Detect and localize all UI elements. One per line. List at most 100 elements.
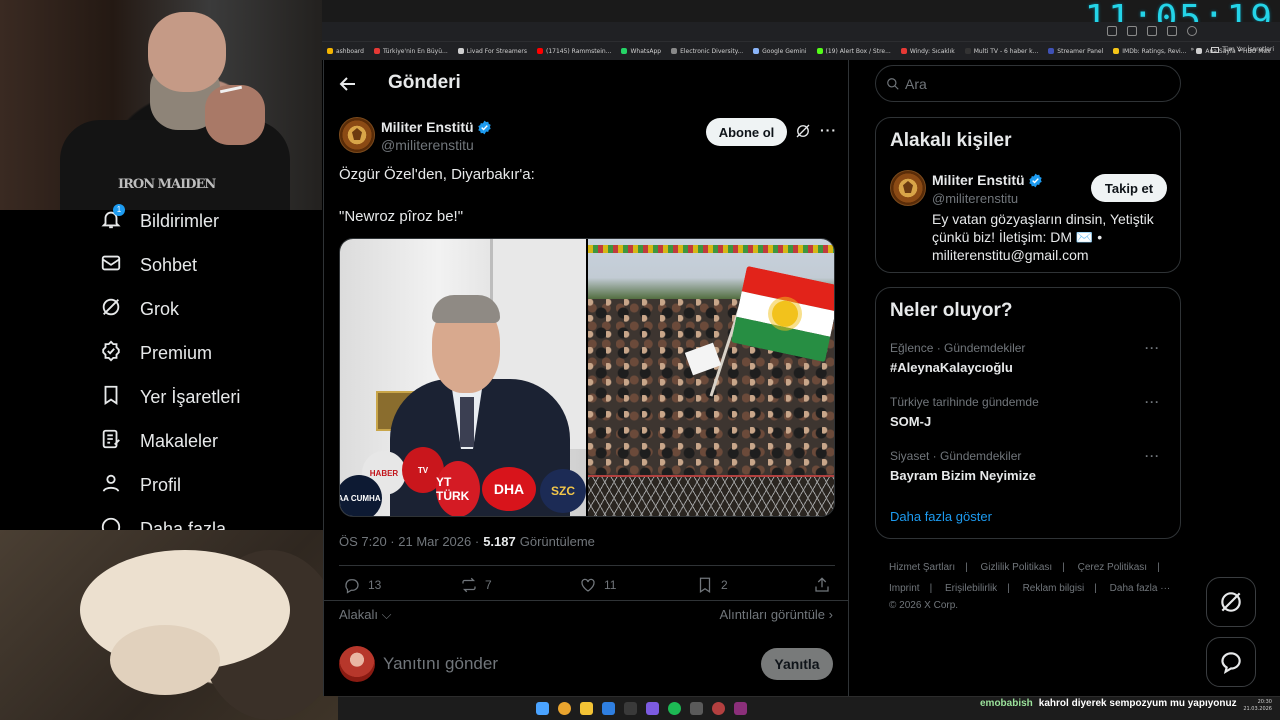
related-person-avatar[interactable] bbox=[890, 170, 926, 206]
stream-chat-message: emobabish kahrol diyerek sempozyum mu ya… bbox=[980, 698, 1237, 709]
crowd-photo[interactable] bbox=[588, 239, 834, 516]
grok-explain-icon[interactable] bbox=[794, 122, 812, 145]
footer-link[interactable]: Reklam bilgisi bbox=[1023, 583, 1085, 594]
bookmark-item[interactable]: Türkiye'nin En Büyü... bbox=[369, 48, 453, 55]
press-conference-photo[interactable]: HABER TV AA CUMHA YT TÜRK DHA SZC bbox=[340, 239, 586, 516]
nav-item-premium[interactable]: Premium bbox=[100, 339, 212, 367]
trend-more-icon[interactable]: ··· bbox=[1145, 395, 1160, 409]
trend-item[interactable]: Eğlence · Gündemdekiler #AleynaKalaycıoğ… bbox=[890, 341, 1168, 375]
photo-tie bbox=[460, 397, 474, 447]
footer-separator: | bbox=[1062, 562, 1065, 573]
trends-card: Neler oluyor? Eğlence · Gündemdekiler #A… bbox=[875, 287, 1181, 539]
app-icon[interactable] bbox=[734, 702, 747, 715]
author-handle[interactable]: @militerenstitu bbox=[381, 137, 474, 153]
footer-link[interactable]: Imprint bbox=[889, 583, 920, 594]
nav-item-label: Grok bbox=[140, 298, 180, 319]
repost-action[interactable]: 7 bbox=[460, 576, 492, 594]
author-avatar[interactable] bbox=[339, 117, 375, 153]
app-icon[interactable] bbox=[690, 702, 703, 715]
trend-more-icon[interactable]: ··· bbox=[1145, 449, 1160, 463]
current-user-avatar[interactable] bbox=[339, 646, 375, 682]
bookmarks-all-folder[interactable]: » Tüm Yer İşaretleri bbox=[1191, 46, 1274, 53]
relevance-sort-dropdown[interactable]: Alakalı ⌵ bbox=[339, 607, 392, 623]
bookmark-item[interactable]: Google Gemini bbox=[748, 48, 811, 55]
extension-icon[interactable] bbox=[1147, 26, 1157, 36]
bookmarks-bar: ashboard Türkiye'nin En Büyü... Livad For … bbox=[322, 42, 1280, 60]
grok-fab[interactable] bbox=[1206, 577, 1256, 627]
system-tray-clock[interactable]: 20:30 21.03.2026 bbox=[1243, 699, 1272, 713]
share-action[interactable] bbox=[813, 576, 831, 594]
trend-item[interactable]: Türkiye tarihinde gündemde SOM-J ··· bbox=[890, 395, 1168, 429]
trend-name: #AleynaKalaycıoğlu bbox=[890, 360, 1013, 375]
trend-item[interactable]: Siyaset · Gündemdekiler Bayram Bizim Ney… bbox=[890, 449, 1168, 483]
post-media[interactable]: HABER TV AA CUMHA YT TÜRK DHA SZC bbox=[339, 238, 835, 517]
post-header: Gönderi bbox=[324, 60, 848, 108]
back-arrow-icon[interactable] bbox=[338, 74, 358, 94]
folder-icon bbox=[1211, 46, 1220, 53]
subscribe-button[interactable]: Abone ol bbox=[706, 118, 787, 146]
bookmark-item[interactable]: Windy: Sıcaklık bbox=[896, 48, 960, 55]
bookmark-item[interactable]: Livad For Streamers bbox=[453, 48, 532, 55]
extension-icon[interactable] bbox=[1127, 26, 1137, 36]
footer-link[interactable]: Daha fazla ··· bbox=[1110, 583, 1171, 594]
bookmark-label: (17145) Rammstein... bbox=[546, 47, 612, 55]
explorer-icon[interactable] bbox=[580, 702, 593, 715]
app-icon[interactable] bbox=[624, 702, 637, 715]
start-icon[interactable] bbox=[536, 702, 549, 715]
trend-more-icon[interactable]: ··· bbox=[1145, 341, 1160, 355]
left-navigation: 1 Bildirimler Sohbet Grok Premium Yer İş… bbox=[0, 203, 322, 539]
app-icon[interactable] bbox=[712, 702, 725, 715]
bookmark-item[interactable]: Streamer Panel bbox=[1043, 48, 1108, 55]
show-more-link[interactable]: Daha fazla göster bbox=[890, 509, 992, 524]
footer-link[interactable]: Erişilebilirlik bbox=[945, 583, 997, 594]
nav-item-articles[interactable]: Makaleler bbox=[100, 427, 218, 455]
trend-name: Bayram Bizim Neyimize bbox=[890, 468, 1036, 483]
bookmark-favicon-icon bbox=[1113, 48, 1120, 54]
view-quotes-link[interactable]: Alıntıları görüntüle › bbox=[720, 607, 833, 622]
nav-item-bookmarks[interactable]: Yer İşaretleri bbox=[100, 383, 240, 411]
more-options-icon[interactable]: ··· bbox=[820, 122, 837, 138]
author-name[interactable]: Militer Enstitü bbox=[381, 119, 492, 135]
search-input[interactable]: Ara bbox=[875, 65, 1181, 102]
related-person-handle[interactable]: @militerenstitu bbox=[932, 191, 1018, 206]
app-icon[interactable] bbox=[646, 702, 659, 715]
bookmark-item[interactable]: Multi TV - 6 haber k... bbox=[960, 48, 1044, 55]
messages-fab[interactable] bbox=[1206, 637, 1256, 687]
bookmark-item[interactable]: Electronic Diversity... bbox=[666, 48, 748, 55]
reply-action[interactable]: 13 bbox=[343, 576, 381, 594]
nav-item-notifications[interactable]: 1 Bildirimler bbox=[100, 203, 219, 235]
reply-button[interactable]: Yanıtla bbox=[761, 648, 833, 680]
like-action[interactable]: 11 bbox=[579, 576, 616, 594]
bookmark-action[interactable]: 2 bbox=[696, 576, 728, 594]
follow-button[interactable]: Takip et bbox=[1091, 174, 1167, 202]
photo-fence bbox=[588, 477, 834, 516]
app-icon[interactable] bbox=[602, 702, 615, 715]
bookmark-item[interactable]: (19) Alert Box / Stre... bbox=[812, 48, 896, 55]
footer-link[interactable]: Hizmet Şartları bbox=[889, 562, 955, 573]
nav-item-profile[interactable]: Profil bbox=[100, 471, 181, 499]
extension-icon[interactable] bbox=[1167, 26, 1177, 36]
related-person-name[interactable]: Militer Enstitü bbox=[932, 172, 1043, 188]
post-timestamp[interactable]: ÖS 7:20 · 21 Mar 2026 · bbox=[339, 534, 479, 549]
post-text-line: "Newroz pîroz be!" bbox=[339, 208, 464, 225]
footer-link[interactable]: Gizlilik Politikası bbox=[981, 562, 1053, 573]
bookmark-item[interactable]: ashboard bbox=[322, 48, 369, 55]
spotify-icon[interactable] bbox=[668, 702, 681, 715]
microphone-logo: DHA bbox=[482, 467, 536, 511]
chrome-icon[interactable] bbox=[558, 702, 571, 715]
nav-item-grok[interactable]: Grok bbox=[100, 295, 179, 323]
pet-cam-overlay bbox=[0, 530, 338, 720]
person-icon bbox=[100, 472, 122, 499]
footer-link[interactable]: Çerez Politikası bbox=[1078, 562, 1147, 573]
more-bookmarks-icon[interactable]: » bbox=[1191, 46, 1195, 53]
trend-category: Türkiye tarihinde gündemde bbox=[890, 395, 1039, 409]
extension-icon[interactable] bbox=[1107, 26, 1117, 36]
bookmark-item[interactable]: WhatsApp bbox=[616, 48, 666, 55]
bookmark-count: 2 bbox=[721, 578, 728, 592]
reply-input[interactable]: Yanıtını gönder bbox=[383, 654, 498, 674]
bookmark-item[interactable]: IMDb: Ratings, Revi... bbox=[1108, 48, 1191, 55]
bookmark-favicon-icon bbox=[753, 48, 760, 54]
profile-icon[interactable] bbox=[1187, 26, 1197, 36]
bookmark-item[interactable]: (17145) Rammstein... bbox=[532, 48, 616, 55]
nav-item-chat[interactable]: Sohbet bbox=[100, 251, 197, 279]
